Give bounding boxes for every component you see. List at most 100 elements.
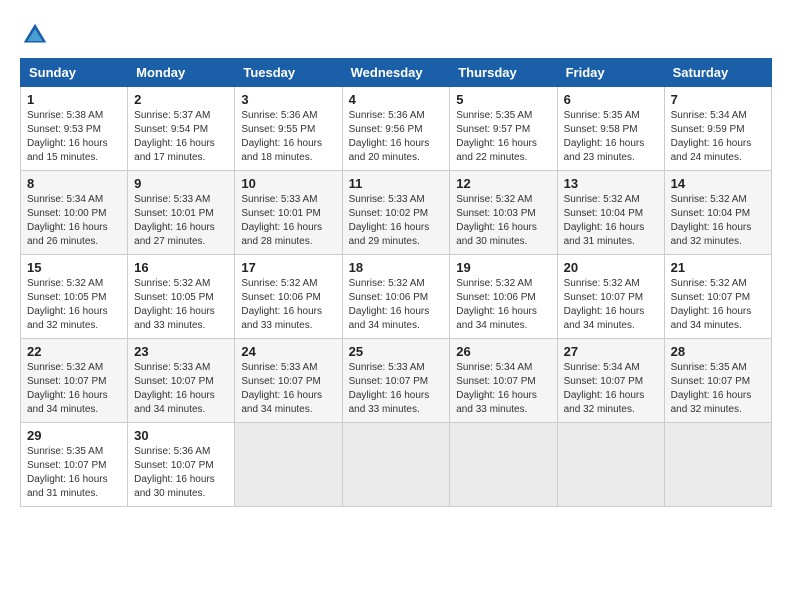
day-info: Sunrise: 5:32 AMSunset: 10:07 PMDaylight…	[27, 361, 121, 417]
day-number: 20	[564, 260, 658, 275]
table-row: 8 Sunrise: 5:34 AMSunset: 10:00 PMDayligh…	[21, 171, 128, 255]
table-row: 30 Sunrise: 5:36 AMSunset: 10:07 PMDaylig…	[128, 423, 235, 507]
day-number: 19	[456, 260, 550, 275]
table-row: 18 Sunrise: 5:32 AMSunset: 10:06 PMDaylig…	[342, 255, 450, 339]
day-number: 4	[349, 92, 444, 107]
table-row: 27 Sunrise: 5:34 AMSunset: 10:07 PMDaylig…	[557, 339, 664, 423]
day-info: Sunrise: 5:32 AMSunset: 10:05 PMDaylight…	[27, 277, 121, 333]
table-row: 9 Sunrise: 5:33 AMSunset: 10:01 PMDayligh…	[128, 171, 235, 255]
page-header	[20, 20, 772, 50]
day-info: Sunrise: 5:33 AMSunset: 10:07 PMDaylight…	[134, 361, 228, 417]
table-row: 12 Sunrise: 5:32 AMSunset: 10:03 PMDaylig…	[450, 171, 557, 255]
day-info: Sunrise: 5:35 AMSunset: 10:07 PMDaylight…	[671, 361, 765, 417]
table-row: 28 Sunrise: 5:35 AMSunset: 10:07 PMDaylig…	[664, 339, 771, 423]
table-row	[450, 423, 557, 507]
table-row: 2 Sunrise: 5:37 AMSunset: 9:54 PMDaylight…	[128, 87, 235, 171]
day-info: Sunrise: 5:34 AMSunset: 10:07 PMDaylight…	[456, 361, 550, 417]
day-number: 7	[671, 92, 765, 107]
table-row: 1 Sunrise: 5:38 AMSunset: 9:53 PMDaylight…	[21, 87, 128, 171]
day-info: Sunrise: 5:35 AMSunset: 10:07 PMDaylight…	[27, 445, 121, 501]
day-info: Sunrise: 5:38 AMSunset: 9:53 PMDaylight:…	[27, 109, 121, 165]
col-sunday: Sunday	[21, 59, 128, 87]
table-row: 14 Sunrise: 5:32 AMSunset: 10:04 PMDaylig…	[664, 171, 771, 255]
day-info: Sunrise: 5:37 AMSunset: 9:54 PMDaylight:…	[134, 109, 228, 165]
day-info: Sunrise: 5:32 AMSunset: 10:03 PMDaylight…	[456, 193, 550, 249]
day-number: 2	[134, 92, 228, 107]
day-number: 6	[564, 92, 658, 107]
day-number: 30	[134, 428, 228, 443]
day-number: 12	[456, 176, 550, 191]
day-info: Sunrise: 5:36 AMSunset: 10:07 PMDaylight…	[134, 445, 228, 501]
day-number: 28	[671, 344, 765, 359]
table-row: 25 Sunrise: 5:33 AMSunset: 10:07 PMDaylig…	[342, 339, 450, 423]
calendar-week-row: 1 Sunrise: 5:38 AMSunset: 9:53 PMDaylight…	[21, 87, 772, 171]
table-row: 4 Sunrise: 5:36 AMSunset: 9:56 PMDaylight…	[342, 87, 450, 171]
day-number: 23	[134, 344, 228, 359]
day-info: Sunrise: 5:34 AMSunset: 10:00 PMDaylight…	[27, 193, 121, 249]
table-row: 29Sunrise: 5:35 AMSunset: 10:07 PMDaylig…	[21, 423, 128, 507]
day-info: Sunrise: 5:32 AMSunset: 10:05 PMDaylight…	[134, 277, 228, 333]
day-number: 3	[241, 92, 335, 107]
day-number: 17	[241, 260, 335, 275]
table-row: 24Sunrise: 5:33 AMSunset: 10:07 PMDaylig…	[235, 339, 342, 423]
day-number: 1	[27, 92, 121, 107]
table-row: 21 Sunrise: 5:32 AMSunset: 10:07 PMDaylig…	[664, 255, 771, 339]
table-row: 11Sunrise: 5:33 AMSunset: 10:02 PMDaylig…	[342, 171, 450, 255]
day-info: Sunrise: 5:35 AMSunset: 9:58 PMDaylight:…	[564, 109, 658, 165]
day-info: Sunrise: 5:32 AMSunset: 10:07 PMDaylight…	[671, 277, 765, 333]
day-number: 27	[564, 344, 658, 359]
day-number: 25	[349, 344, 444, 359]
calendar-table: Sunday Monday Tuesday Wednesday Thursday…	[20, 58, 772, 507]
table-row: 3 Sunrise: 5:36 AMSunset: 9:55 PMDaylight…	[235, 87, 342, 171]
day-info: Sunrise: 5:32 AMSunset: 10:04 PMDaylight…	[564, 193, 658, 249]
day-info: Sunrise: 5:32 AMSunset: 10:04 PMDaylight…	[671, 193, 765, 249]
table-row: 19 Sunrise: 5:32 AMSunset: 10:06 PMDaylig…	[450, 255, 557, 339]
col-thursday: Thursday	[450, 59, 557, 87]
calendar-header-row: Sunday Monday Tuesday Wednesday Thursday…	[21, 59, 772, 87]
calendar-week-row: 22 Sunrise: 5:32 AMSunset: 10:07 PMDaylig…	[21, 339, 772, 423]
table-row	[557, 423, 664, 507]
day-info: Sunrise: 5:32 AMSunset: 10:06 PMDaylight…	[241, 277, 335, 333]
day-info: Sunrise: 5:33 AMSunset: 10:01 PMDaylight…	[134, 193, 228, 249]
day-info: Sunrise: 5:32 AMSunset: 10:07 PMDaylight…	[564, 277, 658, 333]
table-row: 26 Sunrise: 5:34 AMSunset: 10:07 PMDaylig…	[450, 339, 557, 423]
day-number: 22	[27, 344, 121, 359]
table-row: 10 Sunrise: 5:33 AMSunset: 10:01 PMDaylig…	[235, 171, 342, 255]
day-info: Sunrise: 5:34 AMSunset: 10:07 PMDaylight…	[564, 361, 658, 417]
table-row	[664, 423, 771, 507]
day-number: 11	[349, 176, 444, 191]
day-number: 9	[134, 176, 228, 191]
table-row	[342, 423, 450, 507]
day-number: 13	[564, 176, 658, 191]
day-number: 21	[671, 260, 765, 275]
day-info: Sunrise: 5:33 AMSunset: 10:01 PMDaylight…	[241, 193, 335, 249]
table-row: 5Sunrise: 5:35 AMSunset: 9:57 PMDaylight…	[450, 87, 557, 171]
col-tuesday: Tuesday	[235, 59, 342, 87]
logo	[20, 20, 54, 50]
col-friday: Friday	[557, 59, 664, 87]
table-row: 7 Sunrise: 5:34 AMSunset: 9:59 PMDaylight…	[664, 87, 771, 171]
calendar-week-row: 15Sunrise: 5:32 AMSunset: 10:05 PMDaylig…	[21, 255, 772, 339]
day-number: 5	[456, 92, 550, 107]
day-number: 10	[241, 176, 335, 191]
table-row: 13 Sunrise: 5:32 AMSunset: 10:04 PMDaylig…	[557, 171, 664, 255]
day-number: 26	[456, 344, 550, 359]
day-info: Sunrise: 5:36 AMSunset: 9:56 PMDaylight:…	[349, 109, 444, 165]
day-info: Sunrise: 5:32 AMSunset: 10:06 PMDaylight…	[456, 277, 550, 333]
day-number: 8	[27, 176, 121, 191]
day-number: 18	[349, 260, 444, 275]
col-monday: Monday	[128, 59, 235, 87]
day-number: 24	[241, 344, 335, 359]
day-info: Sunrise: 5:34 AMSunset: 9:59 PMDaylight:…	[671, 109, 765, 165]
col-saturday: Saturday	[664, 59, 771, 87]
col-wednesday: Wednesday	[342, 59, 450, 87]
day-number: 14	[671, 176, 765, 191]
table-row: 15Sunrise: 5:32 AMSunset: 10:05 PMDaylig…	[21, 255, 128, 339]
day-info: Sunrise: 5:36 AMSunset: 9:55 PMDaylight:…	[241, 109, 335, 165]
day-info: Sunrise: 5:33 AMSunset: 10:07 PMDaylight…	[349, 361, 444, 417]
day-info: Sunrise: 5:32 AMSunset: 10:06 PMDaylight…	[349, 277, 444, 333]
day-number: 16	[134, 260, 228, 275]
table-row: 17 Sunrise: 5:32 AMSunset: 10:06 PMDaylig…	[235, 255, 342, 339]
calendar-week-row: 29Sunrise: 5:35 AMSunset: 10:07 PMDaylig…	[21, 423, 772, 507]
logo-icon	[20, 20, 50, 50]
